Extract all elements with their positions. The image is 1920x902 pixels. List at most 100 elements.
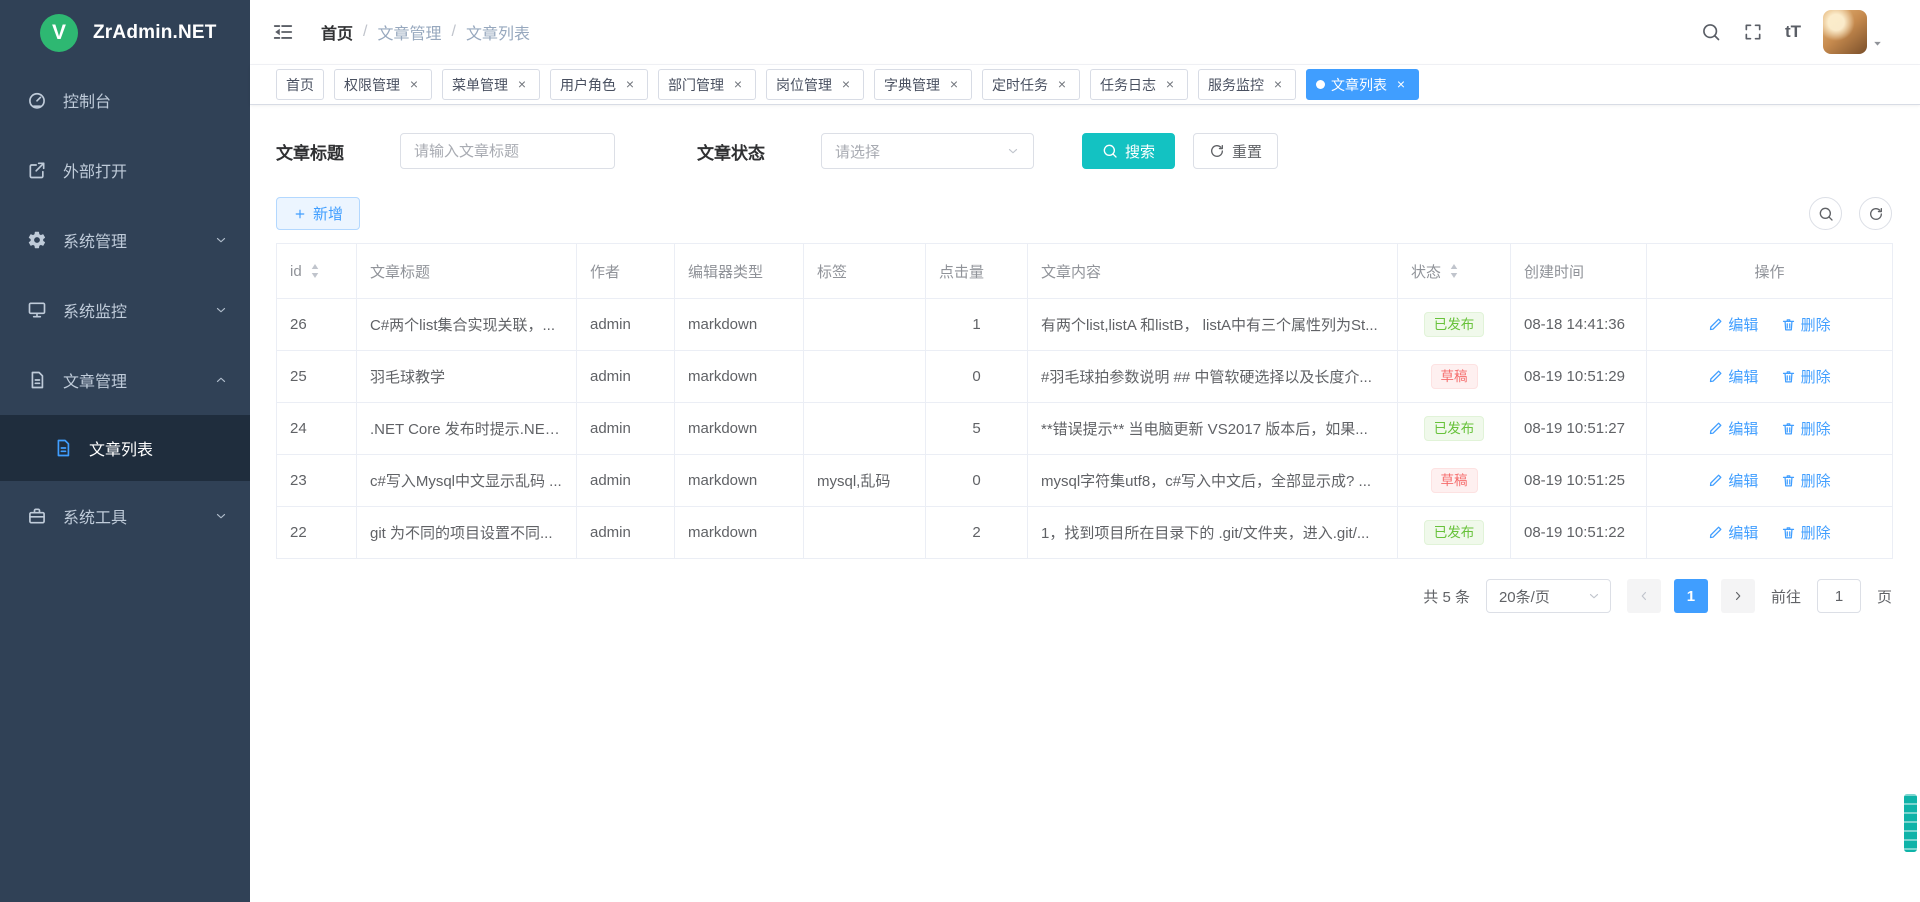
header-actions: tT xyxy=(1701,10,1884,54)
next-page-button[interactable] xyxy=(1721,579,1755,613)
delete-button[interactable]: 删除 xyxy=(1781,470,1831,491)
tab-close-icon[interactable]: × xyxy=(1054,77,1070,93)
title-filter-input[interactable] xyxy=(414,143,601,160)
cell-actions: 编辑 删除 xyxy=(1647,403,1893,455)
status-filter-select[interactable]: 请选择 xyxy=(821,133,1034,169)
column-label: 操作 xyxy=(1754,261,1784,282)
cell-title: c#写入Mysql中文显示乱码 ... xyxy=(357,455,577,507)
table-row: 22 git 为不同的项目设置不同... admin markdown 2 1，… xyxy=(277,507,1893,559)
app-logo[interactable]: V ZrAdmin.NET xyxy=(0,0,250,65)
sidebar-item-label: 控制台 xyxy=(63,88,111,112)
tab-close-icon[interactable]: × xyxy=(1393,77,1409,93)
cell-id: 23 xyxy=(277,455,357,507)
refresh-icon xyxy=(1868,206,1884,222)
table-row: 24 .NET Core 发布时提示.NET... admin markdown… xyxy=(277,403,1893,455)
column-header[interactable]: id xyxy=(277,244,357,299)
refresh-button[interactable] xyxy=(1859,197,1892,230)
column-header[interactable]: 操作 xyxy=(1647,244,1893,299)
page-size-select[interactable]: 20条/页 xyxy=(1486,579,1611,613)
edit-button[interactable]: 编辑 xyxy=(1708,418,1758,439)
cell-clicks: 2 xyxy=(926,507,1028,559)
sidebar-item-system-monitor[interactable]: 系统监控 xyxy=(0,275,250,345)
cell-editor-type: markdown xyxy=(675,455,804,507)
sidebar-item-system-tools[interactable]: 系统工具 xyxy=(0,481,250,551)
edit-button[interactable]: 编辑 xyxy=(1708,470,1758,491)
column-header[interactable]: 点击量 xyxy=(926,244,1028,299)
column-label: 文章标题 xyxy=(370,261,430,282)
page-size-value: 20条/页 xyxy=(1499,586,1550,607)
tab-close-icon[interactable]: × xyxy=(514,77,530,93)
fullscreen-icon[interactable] xyxy=(1743,22,1763,42)
delete-button[interactable]: 删除 xyxy=(1781,314,1831,335)
column-header[interactable]: 作者 xyxy=(577,244,675,299)
search-icon[interactable] xyxy=(1701,22,1721,42)
prev-page-button[interactable] xyxy=(1627,579,1661,613)
cell-status: 已发布 xyxy=(1398,507,1511,559)
cell-content: 有两个list,listA 和listB， listA中有三个属性列为St... xyxy=(1028,299,1398,351)
cell-created: 08-19 10:51:22 xyxy=(1511,507,1647,559)
tab[interactable]: 首页 xyxy=(276,69,324,100)
sidebar-item-article-mgmt[interactable]: 文章管理 xyxy=(0,345,250,415)
tab-label: 任务日志 xyxy=(1100,75,1156,95)
tab[interactable]: 权限管理 × xyxy=(334,69,432,100)
tab[interactable]: 文章列表 × xyxy=(1306,69,1419,100)
current-page-button[interactable]: 1 xyxy=(1674,579,1708,613)
sidebar-item-label: 系统工具 xyxy=(63,504,127,528)
toggle-search-button[interactable] xyxy=(1809,197,1842,230)
column-header[interactable]: 状态 xyxy=(1398,244,1511,299)
tab-close-icon[interactable]: × xyxy=(1270,77,1286,93)
column-header[interactable]: 文章标题 xyxy=(357,244,577,299)
delete-button[interactable]: 删除 xyxy=(1781,366,1831,387)
edit-icon xyxy=(1708,317,1723,332)
sort-caret[interactable] xyxy=(309,262,321,280)
tab[interactable]: 服务监控 × xyxy=(1198,69,1296,100)
user-menu[interactable] xyxy=(1823,10,1884,54)
chevron-down-icon xyxy=(1587,589,1601,603)
tab-close-icon[interactable]: × xyxy=(622,77,638,93)
tab[interactable]: 任务日志 × xyxy=(1090,69,1188,100)
column-label: 文章内容 xyxy=(1041,261,1101,282)
edit-button[interactable]: 编辑 xyxy=(1708,366,1758,387)
delete-button[interactable]: 删除 xyxy=(1781,522,1831,543)
column-header[interactable]: 标签 xyxy=(804,244,926,299)
tab-close-icon[interactable]: × xyxy=(1162,77,1178,93)
breadcrumb-home[interactable]: 首页 xyxy=(321,20,353,44)
tab-close-icon[interactable]: × xyxy=(838,77,854,93)
tab-close-icon[interactable]: × xyxy=(730,77,746,93)
sidebar-item-system-mgmt[interactable]: 系统管理 xyxy=(0,205,250,275)
sidebar-item-dashboard[interactable]: 控制台 xyxy=(0,65,250,135)
tab[interactable]: 用户角色 × xyxy=(550,69,648,100)
cell-content: 1，找到项目所在目录下的 .git/文件夹，进入.git/... xyxy=(1028,507,1398,559)
font-size-icon[interactable]: tT xyxy=(1785,22,1801,42)
menu-fold-icon[interactable] xyxy=(272,21,294,43)
tab[interactable]: 定时任务 × xyxy=(982,69,1080,100)
sidebar-item-external[interactable]: 外部打开 xyxy=(0,135,250,205)
cell-id: 26 xyxy=(277,299,357,351)
status-badge: 已发布 xyxy=(1424,312,1485,337)
tab[interactable]: 部门管理 × xyxy=(658,69,756,100)
cell-created: 08-19 10:51:29 xyxy=(1511,351,1647,403)
add-button[interactable]: 新增 xyxy=(276,197,360,230)
scrollbar-thumb[interactable] xyxy=(1904,794,1917,852)
edit-button[interactable]: 编辑 xyxy=(1708,522,1758,543)
column-header[interactable]: 创建时间 xyxy=(1511,244,1647,299)
tab-close-icon[interactable]: × xyxy=(406,77,422,93)
column-header[interactable]: 编辑器类型 xyxy=(675,244,804,299)
search-button[interactable]: 搜索 xyxy=(1082,133,1175,169)
sidebar-item-article-list[interactable]: 文章列表 xyxy=(0,415,250,481)
avatar[interactable] xyxy=(1823,10,1867,54)
tab-close-icon[interactable]: × xyxy=(946,77,962,93)
sort-caret[interactable] xyxy=(1448,262,1460,280)
cell-tags xyxy=(804,351,926,403)
delete-button[interactable]: 删除 xyxy=(1781,418,1831,439)
reset-button[interactable]: 重置 xyxy=(1193,133,1278,169)
tab[interactable]: 菜单管理 × xyxy=(442,69,540,100)
tabs-bar: 首页 权限管理 × 菜单管理 × 用户角色 × 部门管理 × 岗位管理 × 字典… xyxy=(250,65,1920,105)
column-header[interactable]: 文章内容 xyxy=(1028,244,1398,299)
logo-letter: V xyxy=(52,21,66,45)
edit-button[interactable]: 编辑 xyxy=(1708,314,1758,335)
tab[interactable]: 字典管理 × xyxy=(874,69,972,100)
goto-label: 前往 xyxy=(1771,586,1801,607)
tab[interactable]: 岗位管理 × xyxy=(766,69,864,100)
goto-page-input[interactable] xyxy=(1817,579,1861,613)
